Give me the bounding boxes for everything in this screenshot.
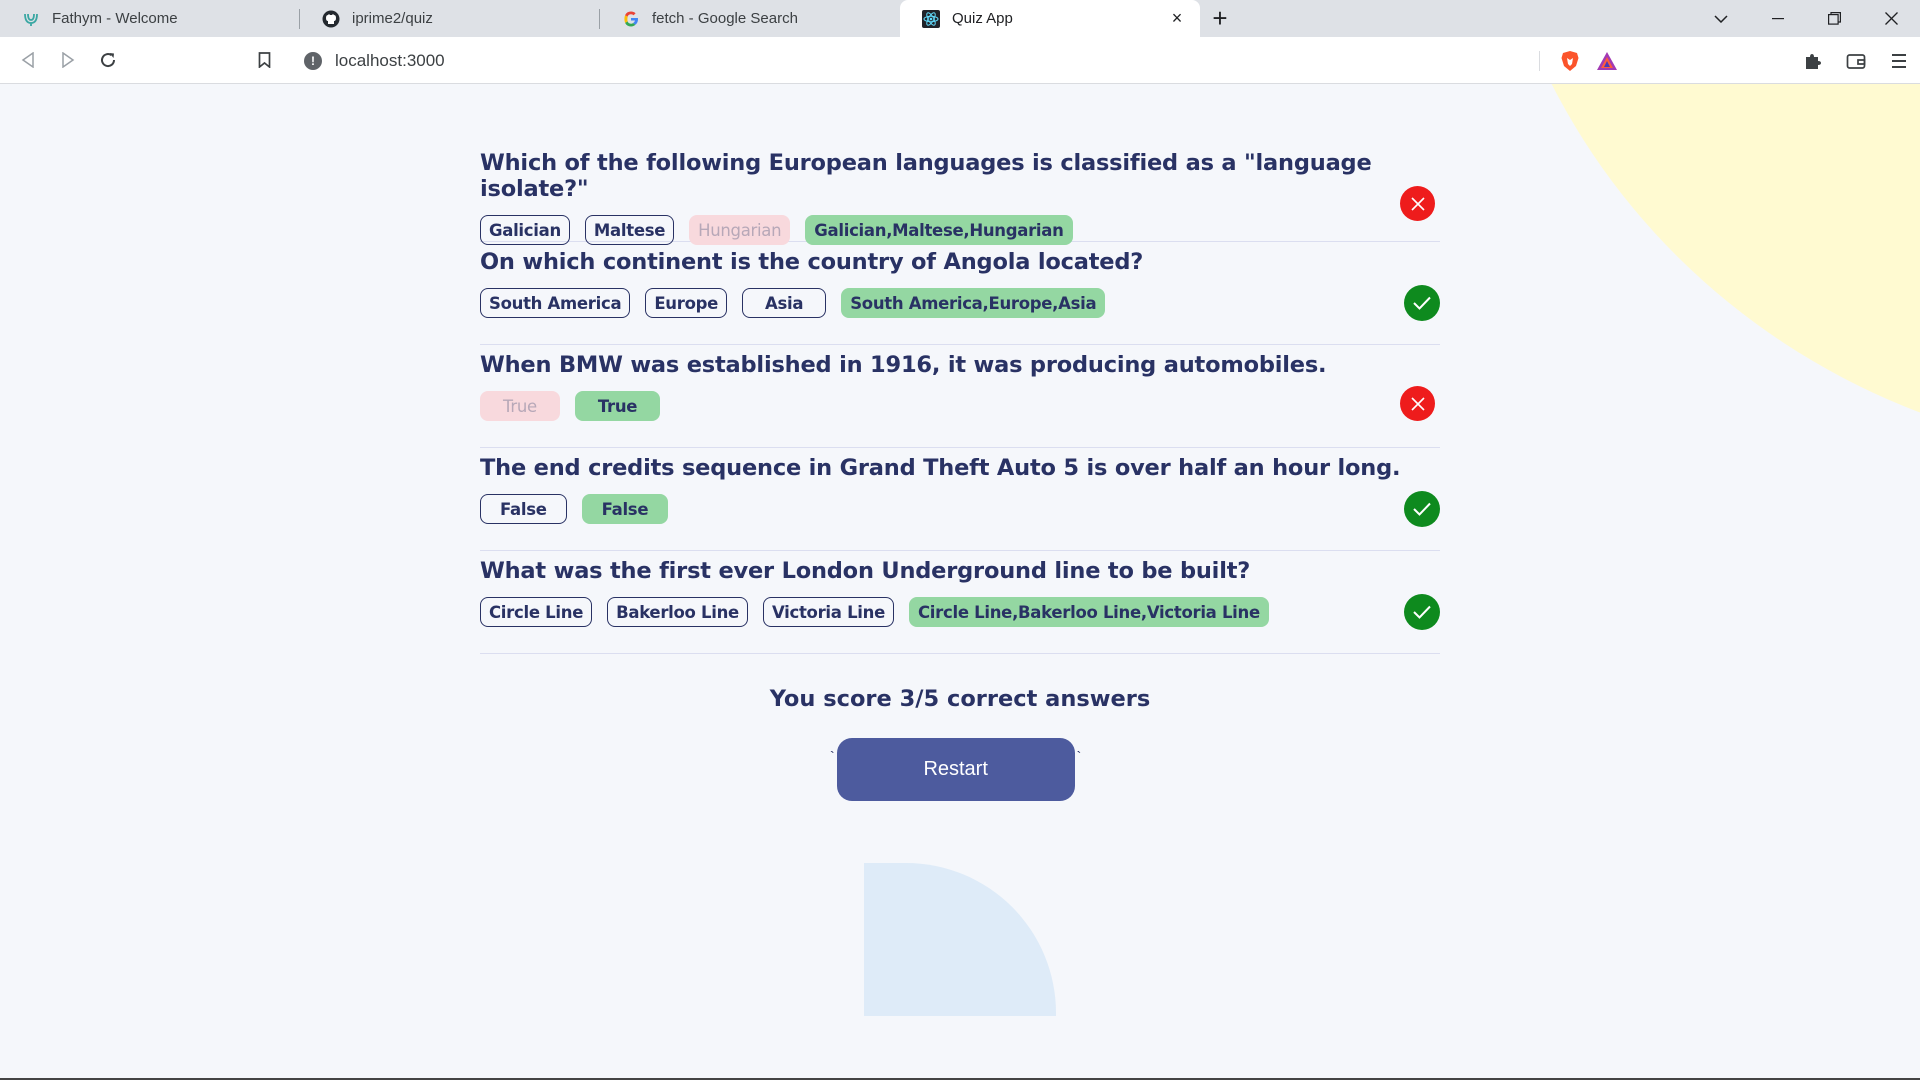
tab-google-search[interactable]: fetch - Google Search bbox=[600, 0, 900, 37]
incorrect-x-icon bbox=[1400, 186, 1435, 221]
question-item: On which continent is the country of Ang… bbox=[480, 242, 1440, 345]
wallet-icon[interactable] bbox=[1834, 41, 1877, 81]
toolbar-actions bbox=[1791, 37, 1920, 84]
tab-title: Quiz App bbox=[952, 10, 1013, 27]
answer-option-selected-wrong[interactable]: True bbox=[480, 391, 560, 421]
minimize-window-icon[interactable] bbox=[1749, 0, 1806, 37]
fathym-logo-icon bbox=[22, 10, 40, 28]
answer-option-correct[interactable]: South America,Europe,Asia bbox=[841, 288, 1106, 318]
answer-option[interactable]: Asia bbox=[742, 288, 827, 318]
bookmark-icon[interactable] bbox=[244, 40, 284, 80]
answer-option[interactable]: Bakerloo Line bbox=[607, 597, 748, 627]
question-item: When BMW was established in 1916, it was… bbox=[480, 345, 1440, 448]
browser-toolbar: ! localhost:3000 bbox=[0, 37, 1920, 84]
answer-option[interactable]: Victoria Line bbox=[762, 597, 894, 627]
answer-option[interactable]: South America bbox=[480, 288, 631, 318]
tab-fathym[interactable]: Fathym - Welcome bbox=[0, 0, 300, 37]
answer-option-selected-wrong[interactable]: Hungarian bbox=[689, 215, 791, 245]
answer-option[interactable]: Galician bbox=[480, 215, 570, 245]
restart-area: ` Restart ` bbox=[830, 738, 1081, 801]
quiz-results-list: Which of the following European language… bbox=[480, 143, 1440, 654]
stray-backtick-left: ` bbox=[830, 748, 835, 764]
back-arrow-icon[interactable] bbox=[8, 40, 48, 80]
forward-arrow-icon[interactable] bbox=[48, 40, 88, 80]
brave-shield-icon[interactable] bbox=[1560, 50, 1580, 77]
correct-checkmark-icon bbox=[1404, 285, 1440, 321]
restore-window-icon[interactable] bbox=[1806, 0, 1863, 37]
question-item: The end credits sequence in Grand Theft … bbox=[480, 448, 1440, 551]
address-bar[interactable]: ! localhost:3000 bbox=[292, 43, 1628, 78]
tab-title: Fathym - Welcome bbox=[52, 10, 178, 27]
question-text: When BMW was established in 1916, it was… bbox=[480, 352, 1327, 378]
extensions-puzzle-icon[interactable] bbox=[1791, 41, 1834, 81]
stray-backtick-right: ` bbox=[1076, 748, 1082, 764]
question-item: Which of the following European language… bbox=[480, 143, 1440, 245]
answer-options: False False bbox=[480, 494, 1440, 524]
answer-option[interactable]: Maltese bbox=[584, 215, 675, 245]
restart-button[interactable]: Restart bbox=[836, 738, 1075, 801]
tab-quiz-app[interactable]: Quiz App × bbox=[900, 0, 1200, 37]
answer-option-correct[interactable]: True bbox=[574, 391, 661, 421]
quiz-page: Which of the following European language… bbox=[0, 84, 1920, 1080]
site-info-icon[interactable]: ! bbox=[304, 51, 322, 70]
address-bar-divider bbox=[1539, 51, 1540, 71]
tab-title: iprime2/quiz bbox=[352, 10, 433, 27]
correct-checkmark-icon bbox=[1404, 594, 1440, 630]
new-tab-button[interactable]: + bbox=[1200, 0, 1240, 37]
question-item: What was the first ever London Undergrou… bbox=[480, 551, 1440, 654]
google-icon bbox=[622, 10, 640, 28]
answer-options: Galician Maltese Hungarian Galician,Malt… bbox=[480, 215, 1440, 245]
answer-option[interactable]: Europe bbox=[645, 288, 728, 318]
correct-checkmark-icon bbox=[1404, 491, 1440, 527]
close-tab-icon[interactable]: × bbox=[1168, 8, 1186, 28]
answer-option[interactable]: False bbox=[480, 494, 567, 524]
answer-option-correct[interactable]: Galician,Maltese,Hungarian bbox=[805, 215, 1073, 245]
question-text: Which of the following European language… bbox=[480, 150, 1372, 202]
tab-github[interactable]: iprime2/quiz bbox=[300, 0, 600, 37]
answer-options: South America Europe Asia South America,… bbox=[480, 288, 1440, 318]
tab-title: fetch - Google Search bbox=[652, 10, 798, 27]
answer-options: Circle Line Bakerloo Line Victoria Line … bbox=[480, 597, 1440, 627]
github-icon bbox=[322, 10, 340, 28]
react-icon bbox=[922, 9, 940, 28]
decorative-yellow-blob bbox=[1486, 84, 1920, 550]
question-text: On which continent is the country of Ang… bbox=[480, 249, 1144, 275]
menu-icon[interactable] bbox=[1877, 41, 1920, 81]
question-text: What was the first ever London Undergrou… bbox=[480, 558, 1251, 584]
answer-options: True True bbox=[480, 391, 1440, 421]
close-window-icon[interactable] bbox=[1863, 0, 1920, 37]
brave-rewards-icon[interactable] bbox=[1596, 51, 1618, 76]
tab-search-chevron-icon[interactable] bbox=[1692, 0, 1749, 37]
url-text: localhost:3000 bbox=[335, 50, 445, 70]
reload-icon[interactable] bbox=[88, 40, 128, 80]
window-controls bbox=[1692, 0, 1920, 37]
answer-option-correct[interactable]: False bbox=[581, 494, 669, 524]
answer-option[interactable]: Circle Line bbox=[480, 597, 593, 627]
question-text: The end credits sequence in Grand Theft … bbox=[480, 455, 1401, 481]
browser-tab-strip: Fathym - Welcome iprime2/quiz fetch - Go… bbox=[0, 0, 1920, 37]
score-summary: You score 3/5 correct answers bbox=[769, 686, 1151, 712]
decorative-blue-blob bbox=[864, 863, 1056, 1016]
answer-option-correct[interactable]: Circle Line,Bakerloo Line,Victoria Line bbox=[908, 597, 1269, 627]
incorrect-x-icon bbox=[1400, 386, 1435, 421]
